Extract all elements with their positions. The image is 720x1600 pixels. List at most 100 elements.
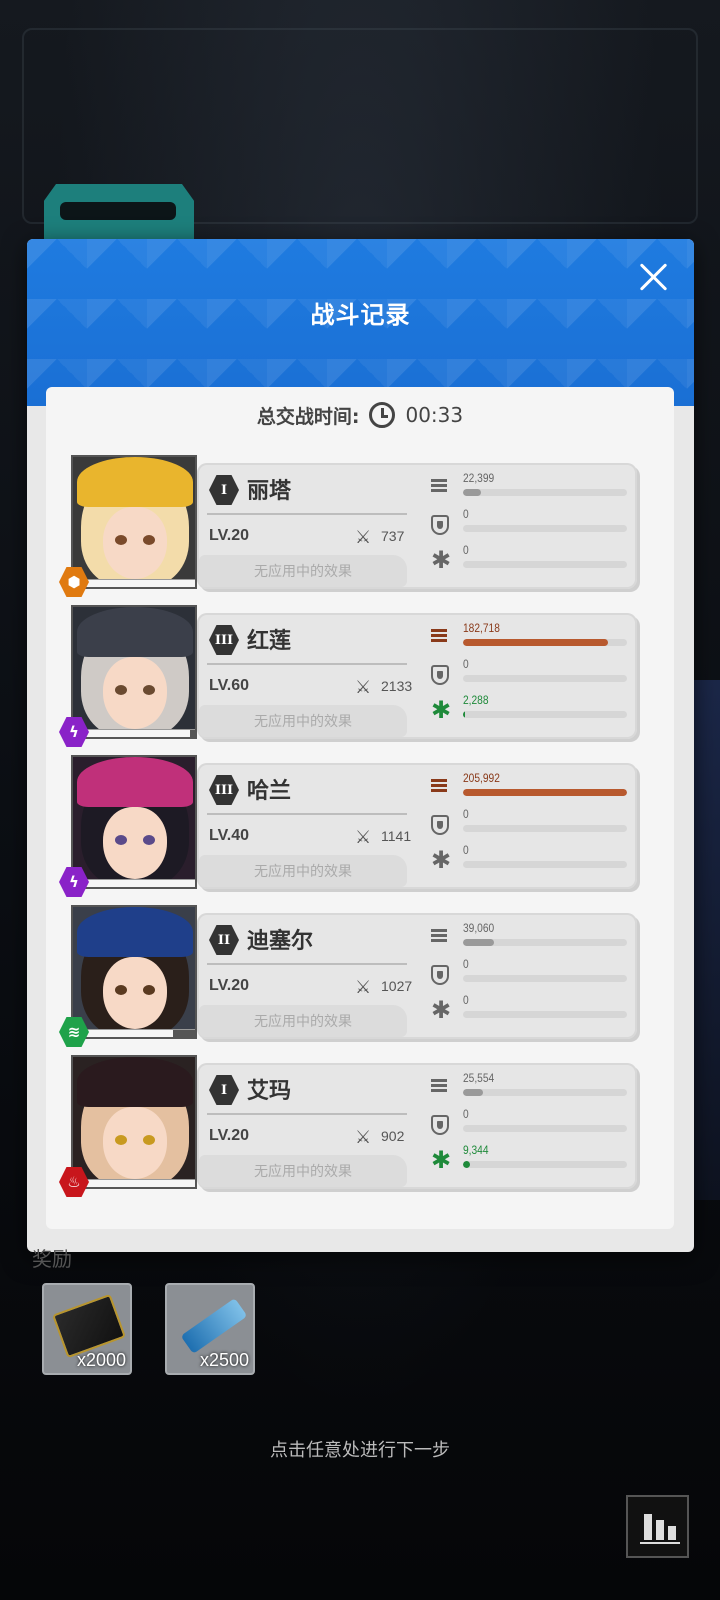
damage-icon — [431, 779, 453, 799]
shield-icon — [431, 815, 449, 835]
close-button[interactable] — [634, 257, 674, 297]
heal-value: 9,344 — [463, 1143, 489, 1157]
shield-bar — [463, 525, 627, 532]
heal-icon: ✱ — [431, 546, 452, 574]
hp-bar — [75, 579, 195, 587]
reward-qty: x2000 — [76, 1350, 126, 1370]
divider — [207, 963, 407, 965]
heal-bar — [463, 711, 627, 718]
heal-stat: ✱ 0 — [431, 843, 631, 875]
usb-drive-icon — [180, 1298, 248, 1354]
crossed-swords-icon: ⚔ — [355, 977, 372, 998]
shield-stat: 0 — [431, 807, 631, 839]
heal-value: 2,288 — [463, 693, 489, 707]
dialog-header: 战斗记录 — [27, 239, 694, 406]
heal-bar — [463, 561, 627, 568]
damage-icon — [431, 929, 453, 949]
heal-stat: ✱ 2,288 — [431, 693, 631, 725]
record-panel: 总交战时间: 00:33 ⬢ I 丽塔 LV.20 ⚔ 737 无应用中的效果 — [46, 387, 674, 1229]
damage-value: 205,992 — [463, 771, 500, 785]
character-portrait — [71, 455, 197, 589]
character-portrait — [71, 1055, 197, 1189]
shield-bar — [463, 675, 627, 682]
shield-value: 0 — [463, 807, 469, 821]
heal-value: 0 — [463, 993, 469, 1007]
shield-icon — [431, 1115, 449, 1135]
effect-status: 无应用中的效果 — [199, 1155, 407, 1187]
statistics-button[interactable] — [626, 1495, 689, 1558]
damage-bar — [463, 1089, 627, 1096]
character-name: 艾玛 — [247, 1079, 292, 1104]
crossed-swords-icon: ⚔ — [355, 1127, 372, 1148]
damage-bar — [463, 489, 627, 496]
damage-bar — [463, 939, 627, 946]
heal-stat: ✱ 9,344 — [431, 1143, 631, 1175]
hp-bar — [75, 879, 195, 887]
character-level: LV.60 — [209, 677, 250, 694]
damage-stat: 205,992 — [431, 771, 631, 803]
effect-status: 无应用中的效果 — [199, 705, 407, 737]
combat-power: 1141 — [381, 828, 412, 844]
damage-stat: 25,554 — [431, 1071, 631, 1103]
crossed-swords-icon: ⚔ — [355, 827, 372, 848]
background-stripe — [692, 680, 720, 1200]
heal-stat: ✱ 0 — [431, 993, 631, 1025]
heal-value: 0 — [463, 843, 469, 857]
continue-hint[interactable]: 点击任意处进行下一步 — [0, 1436, 720, 1462]
character-card[interactable]: ϟ III 红莲 LV.60 ⚔ 2133 无应用中的效果 182,718 0 … — [59, 605, 637, 747]
effect-status: 无应用中的效果 — [199, 1005, 407, 1037]
character-card[interactable]: ≋ II 迪塞尔 LV.20 ⚔ 1027 无应用中的效果 39,060 0 ✱… — [59, 905, 637, 1047]
character-name: 丽塔 — [247, 479, 292, 504]
bar-chart-icon — [644, 1514, 652, 1540]
character-card[interactable]: ♨ I 艾玛 LV.20 ⚔ 902 无应用中的效果 25,554 0 ✱ 9,… — [59, 1055, 637, 1197]
clock-icon — [369, 402, 396, 428]
character-level: LV.20 — [209, 1127, 250, 1144]
crossed-swords-icon: ⚔ — [355, 677, 372, 698]
character-card[interactable]: ⬢ I 丽塔 LV.20 ⚔ 737 无应用中的效果 22,399 0 ✱ 0 — [59, 455, 637, 597]
effect-status: 无应用中的效果 — [199, 855, 407, 887]
heal-icon: ✱ — [431, 696, 452, 724]
battle-time-label: 总交战时间: — [256, 405, 360, 428]
shield-stat: 0 — [431, 957, 631, 989]
character-card[interactable]: ϟ III 哈兰 LV.40 ⚔ 1141 无应用中的效果 205,992 0 … — [59, 755, 637, 897]
battle-record-dialog: 战斗记录 总交战时间: 00:33 ⬢ I 丽塔 LV.20 ⚔ 737 无应用… — [27, 239, 694, 1252]
crossed-swords-icon: ⚔ — [355, 527, 372, 548]
damage-icon — [431, 1079, 453, 1099]
character-portrait — [71, 905, 197, 1039]
shield-icon — [431, 665, 449, 685]
heal-icon: ✱ — [431, 996, 452, 1024]
heal-bar — [463, 861, 627, 868]
character-level: LV.20 — [209, 977, 250, 994]
heal-bar — [463, 1161, 627, 1168]
divider — [207, 663, 407, 665]
damage-bar — [463, 639, 627, 646]
combat-power: 2133 — [381, 678, 413, 694]
shield-bar — [463, 825, 627, 832]
battle-time-value: 00:33 — [405, 403, 464, 427]
rewards-label: 奖励 — [32, 1247, 72, 1271]
character-name: 迪塞尔 — [247, 929, 314, 954]
heal-bar — [463, 1011, 627, 1018]
damage-stat: 182,718 — [431, 621, 631, 653]
combat-power: 737 — [381, 528, 405, 544]
divider — [207, 813, 407, 815]
shield-stat: 0 — [431, 657, 631, 689]
background-tab — [44, 184, 194, 240]
battle-time: 总交战时间: 00:33 — [46, 397, 674, 433]
damage-value: 182,718 — [463, 621, 500, 635]
character-level: LV.20 — [209, 527, 250, 544]
reward-qty: x2500 — [199, 1350, 249, 1370]
effect-status: 无应用中的效果 — [199, 555, 407, 587]
shield-value: 0 — [463, 657, 469, 671]
damage-icon — [431, 629, 453, 649]
shield-bar — [463, 1125, 627, 1132]
shield-icon — [431, 965, 449, 985]
reward-item-credit-card[interactable]: x2000 — [42, 1283, 132, 1375]
damage-stat: 22,399 — [431, 471, 631, 503]
character-level: LV.40 — [209, 827, 250, 844]
damage-icon — [431, 479, 453, 499]
shield-value: 0 — [463, 1107, 469, 1121]
divider — [207, 1113, 407, 1115]
reward-item-usb-drive[interactable]: x2500 — [165, 1283, 255, 1375]
hp-bar — [75, 1029, 195, 1037]
